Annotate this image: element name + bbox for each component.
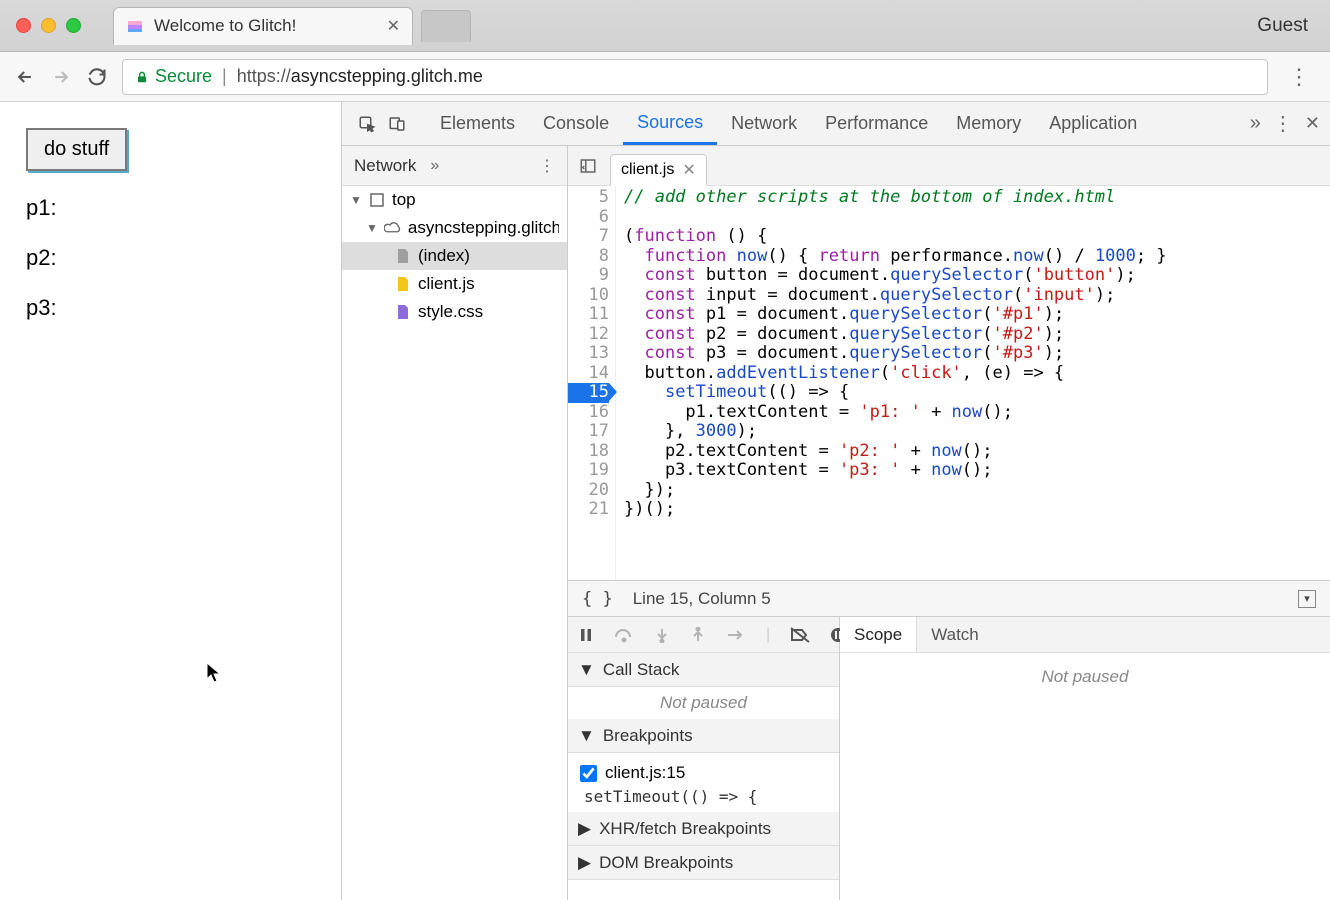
tree-domain-label: asyncstepping.glitch.me: [408, 218, 559, 238]
breakpoint-checkbox[interactable]: [580, 765, 597, 782]
js-file-icon: [394, 276, 412, 292]
chevron-down-icon: ▼: [578, 660, 595, 680]
do-stuff-button[interactable]: do stuff: [26, 128, 127, 171]
line-number-gutter[interactable]: 56789101112131415161718192021: [568, 186, 616, 580]
tab-memory[interactable]: Memory: [942, 102, 1035, 145]
devtools-tabs: Elements Console Sources Network Perform…: [342, 102, 1330, 146]
debugger-pane: | ▼Call Stack Not paused ▼Breakpoints cl: [568, 617, 840, 900]
tab-sources[interactable]: Sources: [623, 102, 717, 145]
navigator-subtab[interactable]: Network: [354, 156, 416, 176]
p3-text: p3:: [26, 295, 315, 321]
favicon-icon: [126, 17, 144, 35]
tree-file-label: client.js: [418, 274, 475, 294]
navigator-menu-icon[interactable]: ⋮: [539, 156, 555, 176]
breakpoint-code: setTimeout(() => {: [580, 787, 827, 806]
tab-console[interactable]: Console: [529, 102, 623, 145]
step-icon[interactable]: [726, 625, 746, 645]
breakpoints-header[interactable]: ▼Breakpoints: [568, 719, 839, 753]
browser-toolbar: Secure | https://asyncstepping.glitch.me…: [0, 52, 1330, 102]
p1-text: p1:: [26, 195, 315, 221]
chevron-right-icon: ▶: [578, 819, 591, 839]
tab-network[interactable]: Network: [717, 102, 811, 145]
sources-navigator: Network » ⋮ ▼ top ▼: [342, 146, 568, 900]
tree-file-label: style.css: [418, 302, 483, 322]
new-tab-placeholder[interactable]: [421, 10, 471, 42]
lock-icon: [135, 70, 149, 84]
tab-close-button[interactable]: ✕: [387, 16, 400, 36]
secure-label: Secure: [155, 66, 212, 87]
step-out-icon[interactable]: [690, 625, 706, 645]
pretty-print-icon[interactable]: { }: [582, 589, 613, 609]
tab-elements[interactable]: Elements: [426, 102, 529, 145]
devtools-settings-icon[interactable]: ⋮: [1273, 111, 1293, 136]
deactivate-breakpoints-icon[interactable]: [790, 625, 810, 645]
devtools-close-icon[interactable]: ✕: [1305, 113, 1320, 134]
chevron-right-icon: ▶: [578, 853, 591, 873]
tab-application[interactable]: Application: [1035, 102, 1151, 145]
scope-tab[interactable]: Scope: [840, 617, 917, 652]
tab-performance[interactable]: Performance: [811, 102, 942, 145]
call-stack-value: Not paused: [568, 687, 839, 719]
cursor-icon: [206, 662, 222, 684]
window-controls: [0, 18, 97, 33]
debugger-toolbar: |: [568, 617, 839, 653]
breakpoint-label: client.js:15: [605, 763, 685, 783]
pause-button[interactable]: [578, 625, 594, 645]
tree-file-index[interactable]: (index): [342, 242, 567, 270]
inspect-element-icon[interactable]: [352, 109, 382, 139]
tree-file-stylecss[interactable]: style.css: [342, 298, 567, 326]
address-bar[interactable]: Secure | https://asyncstepping.glitch.me: [122, 59, 1268, 95]
breakpoint-item[interactable]: client.js:15: [580, 759, 827, 787]
call-stack-header[interactable]: ▼Call Stack: [568, 653, 839, 687]
overflow-tabs-icon[interactable]: »: [1250, 112, 1261, 135]
tree-file-clientjs[interactable]: client.js: [342, 270, 567, 298]
xhr-breakpoints-header[interactable]: ▶XHR/fetch Breakpoints: [568, 812, 839, 846]
editor-file-name: client.js: [621, 161, 674, 179]
step-over-icon[interactable]: [614, 625, 634, 645]
p2-text: p2:: [26, 245, 315, 271]
tree-file-label: (index): [418, 246, 470, 266]
cloud-icon: [384, 221, 402, 235]
source-editor: client.js ✕ 5678910111213141516171819202…: [568, 146, 1330, 900]
chevron-down-icon: ▼: [350, 193, 362, 207]
scope-pane: Scope Watch Not paused: [840, 617, 1330, 900]
back-button[interactable]: [14, 66, 36, 88]
coverage-toggle-icon[interactable]: ▾: [1298, 590, 1316, 608]
minimize-window-button[interactable]: [41, 18, 56, 33]
watch-tab[interactable]: Watch: [917, 617, 993, 652]
document-icon: [394, 248, 412, 264]
close-window-button[interactable]: [16, 18, 31, 33]
css-file-icon: [394, 304, 412, 320]
code-content[interactable]: // add other scripts at the bottom of in…: [616, 186, 1330, 580]
editor-status-bar: { } Line 15, Column 5 ▾: [568, 580, 1330, 616]
step-into-icon[interactable]: [654, 625, 670, 645]
devtools-panel: Elements Console Sources Network Perform…: [342, 102, 1330, 900]
frame-icon: [368, 192, 386, 208]
forward-button[interactable]: [50, 66, 72, 88]
reload-button[interactable]: [86, 66, 108, 88]
cursor-position: Line 15, Column 5: [633, 589, 771, 609]
tab-title: Welcome to Glitch!: [154, 16, 377, 36]
tree-top-label: top: [392, 190, 416, 210]
navigator-overflow-icon[interactable]: »: [430, 157, 439, 175]
tree-top[interactable]: ▼ top: [342, 186, 567, 214]
page-viewport: do stuff p1: p2: p3:: [0, 102, 342, 900]
tree-domain[interactable]: ▼ asyncstepping.glitch.me: [342, 214, 567, 242]
browser-menu-button[interactable]: ⋮: [1282, 64, 1316, 90]
profile-label[interactable]: Guest: [1235, 15, 1330, 37]
zoom-window-button[interactable]: [66, 18, 81, 33]
dom-breakpoints-header[interactable]: ▶DOM Breakpoints: [568, 846, 839, 880]
device-toolbar-icon[interactable]: [382, 109, 412, 139]
secure-indicator: Secure: [135, 66, 212, 87]
url-text: https://asyncstepping.glitch.me: [237, 66, 483, 87]
editor-file-tab[interactable]: client.js ✕: [610, 154, 707, 186]
browser-tab-bar: Welcome to Glitch! ✕ Guest: [0, 0, 1330, 52]
scope-value: Not paused: [840, 653, 1330, 693]
browser-tab[interactable]: Welcome to Glitch! ✕: [113, 7, 413, 45]
chevron-down-icon: ▼: [578, 726, 595, 746]
editor-nav-icon[interactable]: [574, 152, 602, 180]
close-file-icon[interactable]: ✕: [682, 160, 695, 180]
chevron-down-icon: ▼: [366, 221, 378, 235]
